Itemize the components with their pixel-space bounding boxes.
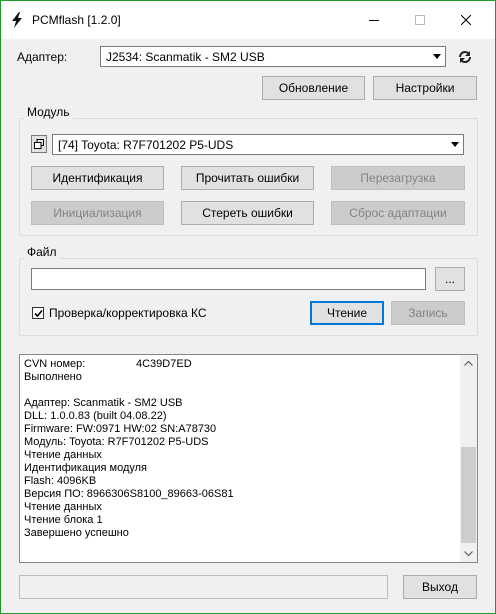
chevron-down-icon bbox=[464, 551, 473, 556]
checkmark-icon bbox=[33, 309, 43, 317]
file-group-title: Файл bbox=[24, 245, 60, 259]
window-title: PCMflash [1.2.0] bbox=[32, 13, 121, 27]
log-scrollbar[interactable] bbox=[460, 355, 477, 562]
log-line: Firmware: FW:0971 HW:02 SN:A78730 bbox=[24, 423, 217, 435]
log-line: Чтение данных bbox=[24, 501, 102, 513]
log-line: DLL: 1.0.0.83 (built 04.08.22) bbox=[24, 410, 167, 422]
log-line: Flash: 4096KB bbox=[24, 475, 97, 487]
windows-icon bbox=[34, 139, 44, 149]
minimize-icon bbox=[369, 20, 379, 21]
init-button[interactable]: Инициализация bbox=[31, 201, 164, 225]
cvn-label: CVN номер: bbox=[24, 358, 86, 370]
read-button[interactable]: Чтение bbox=[310, 301, 384, 325]
log-lines: CVN номер: 4C39D7ED Выполнено Адаптер: Sc… bbox=[24, 358, 234, 540]
checksum-checkbox[interactable] bbox=[32, 307, 44, 319]
clear-errors-button[interactable]: Стереть ошибки bbox=[181, 201, 314, 225]
adapter-select-value: J2534: Scanmatik - SM2 USB bbox=[106, 50, 265, 64]
refresh-button[interactable] bbox=[456, 48, 474, 66]
chevron-down-icon bbox=[446, 135, 463, 154]
log-line: Выполнено bbox=[24, 371, 82, 383]
browse-button[interactable]: ... bbox=[435, 267, 465, 291]
scroll-down-button[interactable] bbox=[460, 545, 477, 562]
log-line: Адаптер: Scanmatik - SM2 USB bbox=[24, 397, 183, 409]
log-line: Завершено успешно bbox=[24, 527, 129, 539]
minimize-button[interactable] bbox=[351, 1, 397, 39]
read-errors-button[interactable]: Прочитать ошибки bbox=[181, 166, 314, 190]
adapter-label: Адаптер: bbox=[17, 50, 68, 64]
identify-button[interactable]: Идентификация bbox=[31, 166, 164, 190]
adapter-select[interactable]: J2534: Scanmatik - SM2 USB bbox=[100, 46, 446, 67]
chevron-down-icon bbox=[428, 47, 445, 66]
scrollbar-thumb[interactable] bbox=[461, 447, 476, 543]
module-select-value: [74] Toyota: R7F701202 P5-UDS bbox=[58, 138, 234, 152]
reset-adaptation-button[interactable]: Сброс адаптации bbox=[331, 201, 465, 225]
title-bar: PCMflash [1.2.0] bbox=[1, 1, 495, 39]
cvn-value: 4C39D7ED bbox=[136, 358, 192, 370]
settings-button[interactable]: Настройки bbox=[373, 76, 477, 100]
reboot-button[interactable]: Перезагрузка bbox=[331, 166, 465, 190]
update-button[interactable]: Обновление bbox=[262, 76, 365, 100]
log-line: Версия ПО: 8966306S8100_89663-06S81 bbox=[24, 488, 234, 500]
refresh-icon bbox=[459, 51, 471, 63]
log-line: Модуль: Toyota: R7F701202 P5-UDS bbox=[24, 436, 209, 448]
log-line: Идентификация модуля bbox=[24, 462, 148, 474]
lightning-icon bbox=[12, 12, 22, 28]
maximize-button[interactable] bbox=[397, 1, 443, 39]
chevron-up-icon bbox=[464, 361, 473, 366]
scroll-up-button[interactable] bbox=[460, 355, 477, 372]
module-group-title: Модуль bbox=[24, 105, 73, 119]
close-icon bbox=[461, 15, 471, 25]
file-path-input[interactable] bbox=[31, 268, 426, 290]
exit-button[interactable]: Выход bbox=[403, 575, 477, 599]
main-window: PCMflash [1.2.0] Адаптер: J2534: Scanmat… bbox=[0, 0, 496, 614]
module-select[interactable]: [74] Toyota: R7F701202 P5-UDS bbox=[52, 134, 464, 155]
close-button[interactable] bbox=[443, 1, 489, 39]
checksum-label: Проверка/корректировка КС bbox=[49, 306, 207, 320]
write-button[interactable]: Запись bbox=[391, 301, 465, 325]
log-line: Чтение блока 1 bbox=[24, 514, 103, 526]
module-list-button[interactable] bbox=[31, 135, 47, 153]
status-bar bbox=[19, 575, 388, 599]
log-textarea[interactable]: CVN номер: 4C39D7ED Выполнено Адаптер: Sc… bbox=[19, 354, 478, 563]
log-line: CVN номер: 4C39D7ED bbox=[24, 358, 234, 371]
maximize-icon bbox=[415, 15, 425, 25]
log-line: Чтение данных bbox=[24, 449, 102, 461]
